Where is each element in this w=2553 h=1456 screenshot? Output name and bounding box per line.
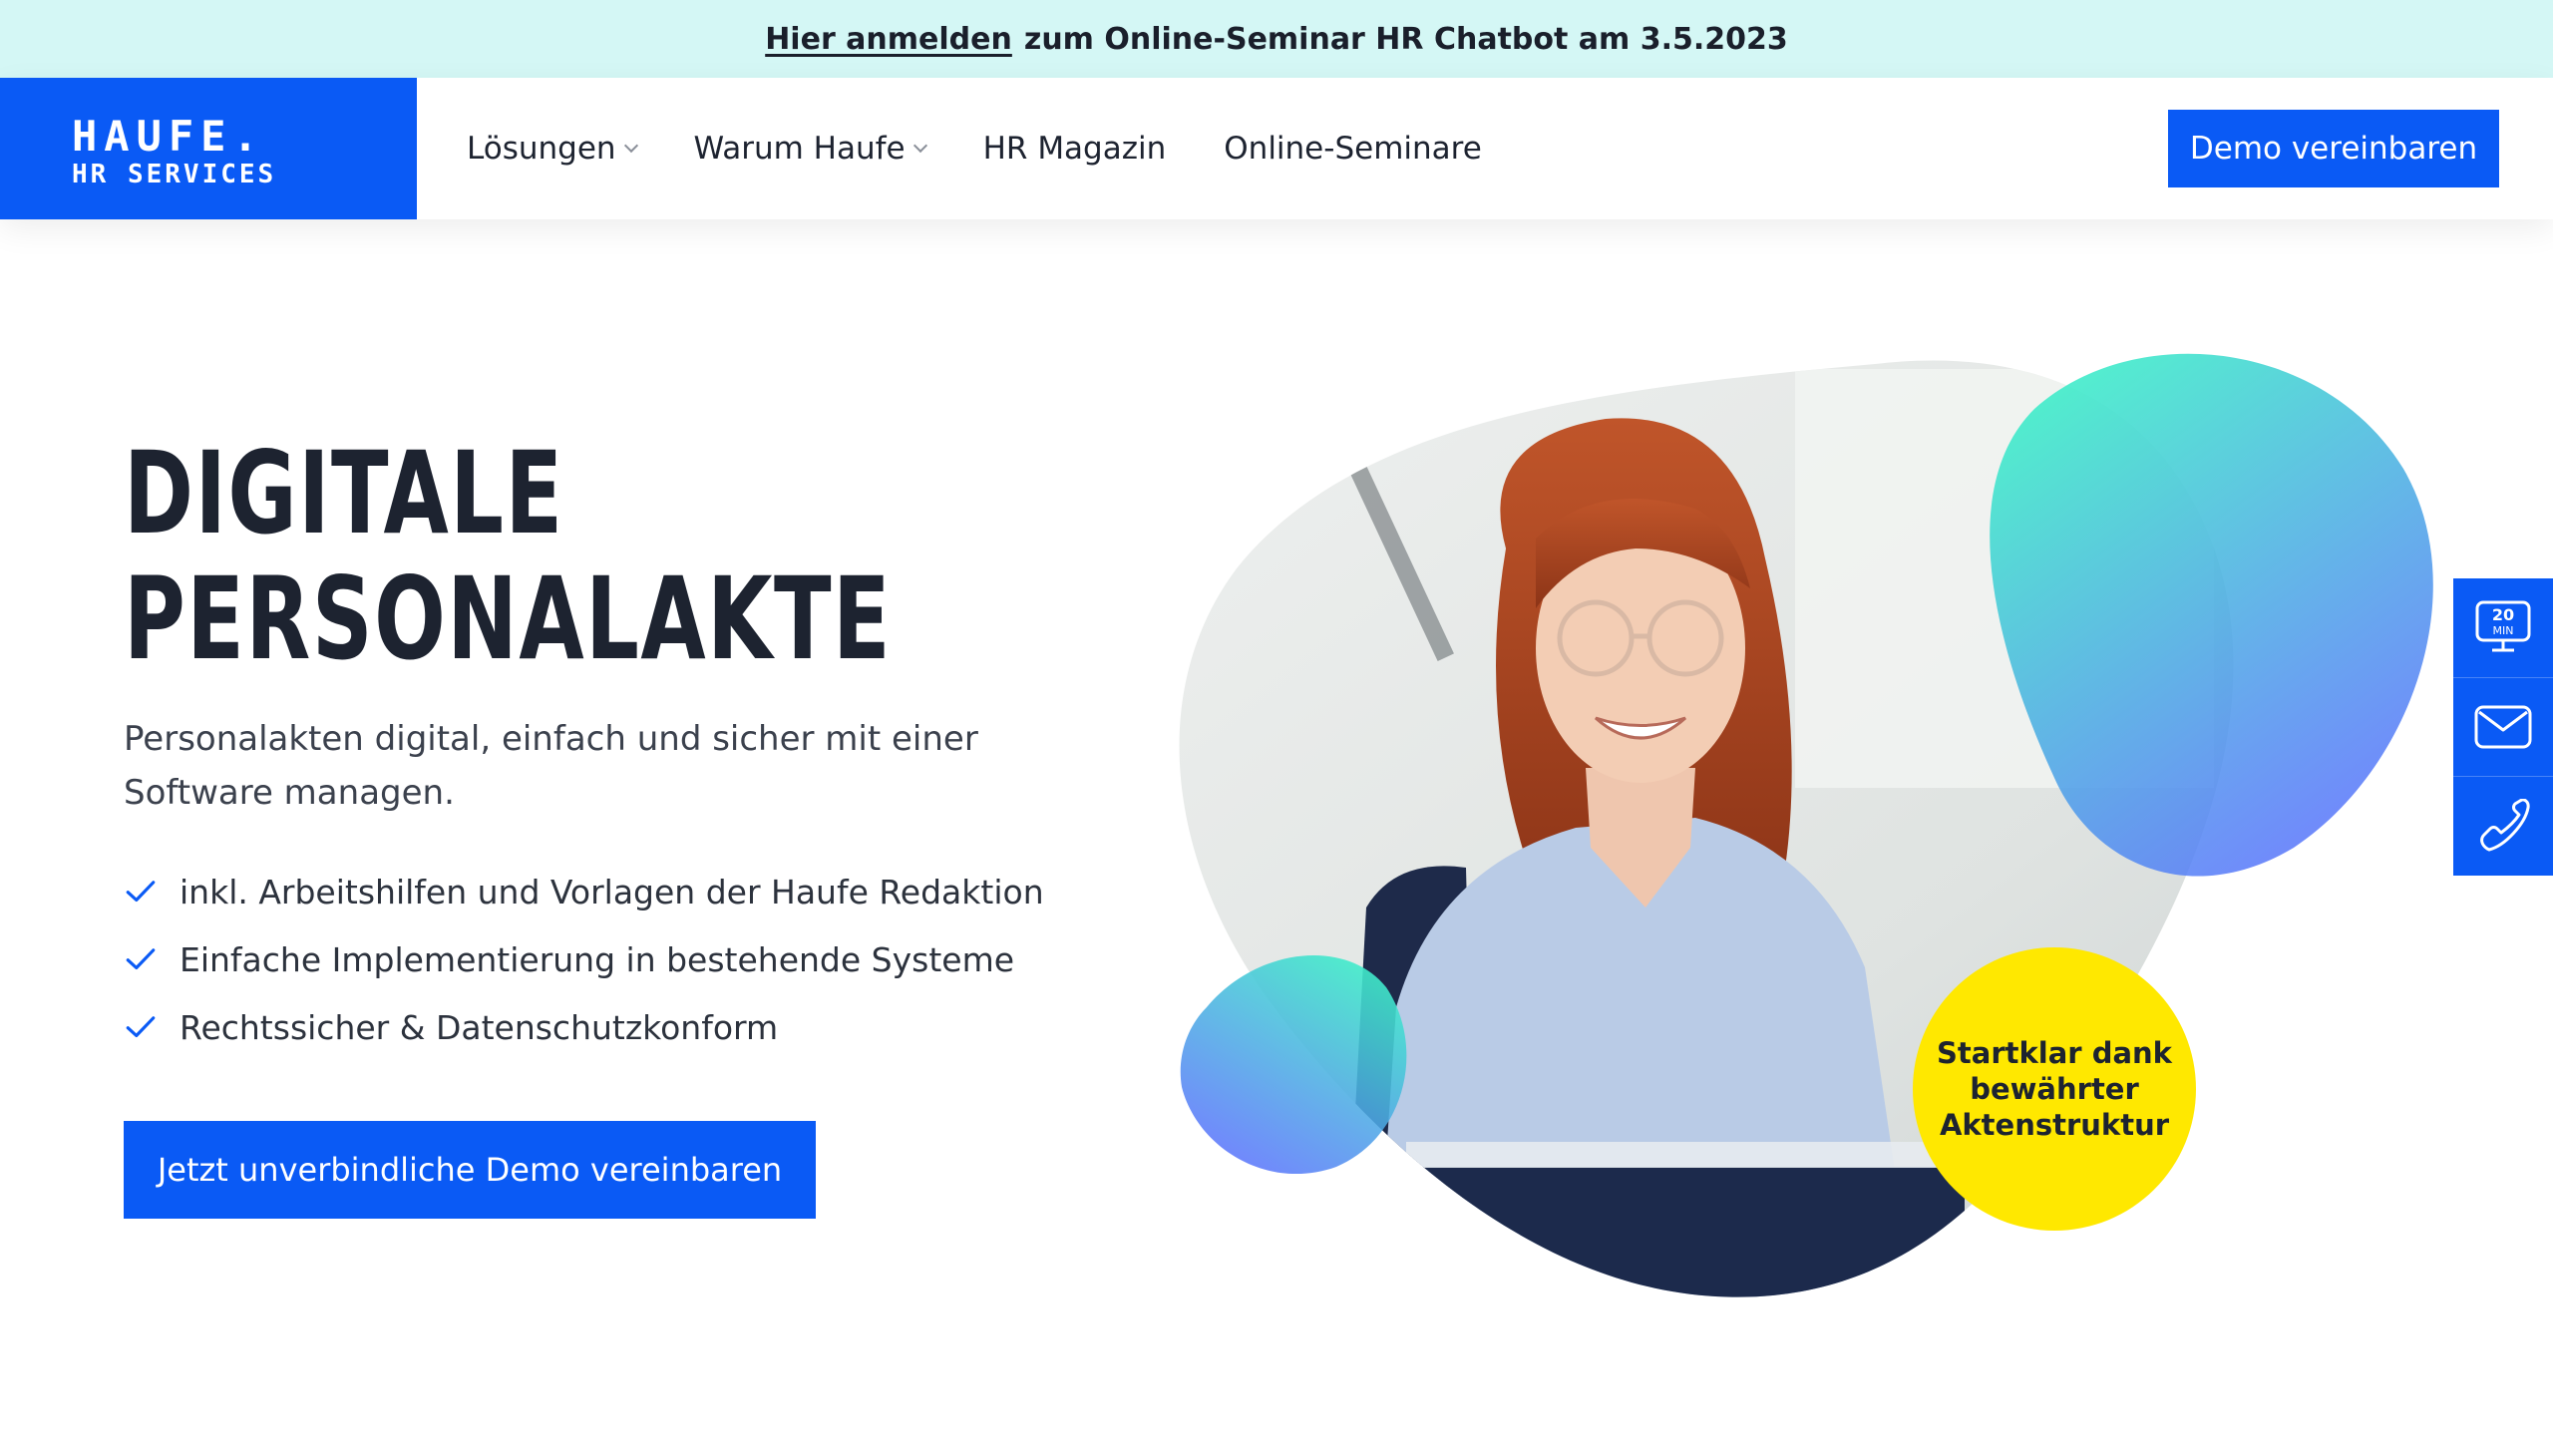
announcement-text: zum Online-Seminar HR Chatbot am 3.5.202… <box>1023 21 1788 57</box>
checkmark-icon <box>126 948 156 970</box>
demo-video-rail-button[interactable]: 20 MIN <box>2453 578 2553 677</box>
nav-item-online-seminare[interactable]: Online-Seminare <box>1224 131 1482 167</box>
feature-item: Rechtssicher & Datenschutzkonform <box>124 993 1044 1061</box>
startklar-badge: Startklar dank bewährter Aktenstruktur <box>1913 947 2196 1231</box>
nav-item-warum-haufe[interactable]: Warum Haufe <box>693 131 927 167</box>
haufe-logo[interactable]: HAUFE. HR SERVICES <box>0 78 417 219</box>
decor-blob-small <box>1180 954 1407 1175</box>
nav-item-label: HR Magazin <box>982 131 1167 167</box>
cta-demo-button[interactable]: Jetzt unverbindliche Demo vereinbaren <box>124 1121 816 1219</box>
register-link[interactable]: Hier anmelden <box>765 22 1012 57</box>
phone-icon <box>2480 798 2530 852</box>
feature-text: inkl. Arbeitshilfen und Vorlagen der Hau… <box>180 872 1044 911</box>
checkmark-icon <box>126 881 156 903</box>
phone-rail-button[interactable] <box>2453 776 2553 876</box>
announcement-bar: Hier anmelden zum Online-Seminar HR Chat… <box>0 0 2553 78</box>
feature-text: Einfache Implementierung in bestehende S… <box>180 939 1015 979</box>
feature-item: Einfache Implementierung in bestehende S… <box>124 925 1044 993</box>
site-header: HAUFE. HR SERVICES Lösungen Warum Haufe … <box>0 78 2553 219</box>
nav-item-hr-magazin[interactable]: HR Magazin <box>983 131 1167 167</box>
email-rail-button[interactable] <box>2453 676 2553 777</box>
monitor-20-min-icon: 20 MIN <box>2475 600 2531 652</box>
feature-item: inkl. Arbeitshilfen und Vorlagen der Hau… <box>124 858 1044 925</box>
feature-list: inkl. Arbeitshilfen und Vorlagen der Hau… <box>124 858 1044 1061</box>
feature-text: Rechtssicher & Datenschutzkonform <box>180 1007 779 1047</box>
hero-subtitle: Personalakten digital, einfach und siche… <box>124 719 978 813</box>
logo-line2: HR SERVICES <box>72 160 277 189</box>
chevron-down-icon <box>912 138 927 154</box>
logo-line1: HAUFE. <box>72 112 265 161</box>
title-line2: PERSONALAKTE <box>124 552 893 685</box>
title-line1: DIGITALE <box>124 427 564 559</box>
nav-item-label: Warum Haufe <box>693 131 906 167</box>
checkmark-icon <box>126 1016 156 1038</box>
chevron-down-icon <box>623 138 638 154</box>
mail-icon <box>2474 705 2532 749</box>
monitor-20: 20 <box>2492 605 2514 624</box>
monitor-min: MIN <box>2493 624 2514 637</box>
hero-image <box>1179 353 2433 1297</box>
page-title: DIGITALE PERSONALAKTE <box>124 431 892 682</box>
nav-item-label: Online-Seminare <box>1224 131 1482 167</box>
contact-rail: 20 MIN <box>2453 578 2553 876</box>
nav-item-label: Lösungen <box>467 131 616 167</box>
nav-item-loesungen[interactable]: Lösungen <box>467 131 638 167</box>
demo-button[interactable]: Demo vereinbaren <box>2168 110 2499 187</box>
main-nav: Lösungen Warum Haufe HR Magazin Online-S… <box>467 78 1482 219</box>
